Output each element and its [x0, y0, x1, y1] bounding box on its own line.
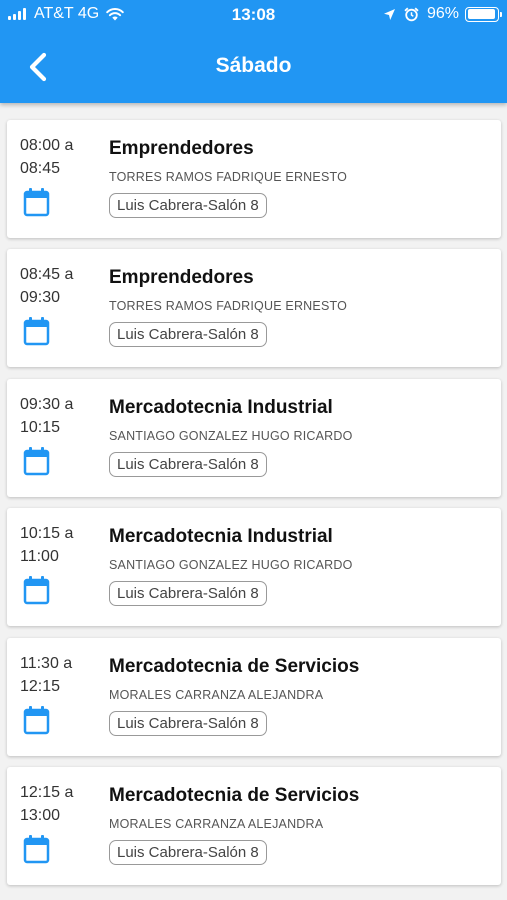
time-end: 10:15 — [20, 419, 61, 436]
time-end: 08:45 — [20, 160, 61, 177]
schedule-card[interactable]: 09:30 a 10:15 Mercadotecnia Industrial S… — [7, 379, 501, 497]
teacher-name: SANTIAGO GONZALEZ HUGO RICARDO — [109, 429, 353, 443]
status-bar: AT&T 4G 13:08 96% — [0, 0, 507, 32]
time-range: 11:30 a 12:15 — [20, 652, 72, 698]
status-right: 96% — [383, 5, 502, 23]
teacher-name: MORALES CARRANZA ALEJANDRA — [109, 817, 324, 831]
room-badge: Luis Cabrera-Salón 8 — [109, 581, 267, 606]
time-start: 12:15 a — [20, 784, 74, 801]
course-title: Mercadotecnia Industrial — [109, 526, 333, 547]
calendar-icon — [23, 576, 50, 605]
alarm-icon — [404, 7, 419, 21]
battery-icon — [465, 6, 502, 22]
teacher-name: TORRES RAMOS FADRIQUE ERNESTO — [109, 170, 348, 184]
schedule-card[interactable]: 12:15 a 13:00 Mercadotecnia de Servicios… — [7, 767, 501, 885]
time-start: 08:00 a — [20, 137, 74, 154]
schedule-card[interactable]: 08:00 a 08:45 Emprendedores TORRES RAMOS… — [7, 120, 501, 238]
page-title: Sábado — [215, 54, 292, 77]
calendar-icon — [23, 188, 50, 217]
time-start: 11:30 a — [20, 655, 73, 672]
time-range: 09:30 a 10:15 — [20, 393, 73, 439]
course-title: Emprendedores — [109, 267, 254, 288]
time-end: 11:00 — [20, 548, 59, 565]
schedule-card[interactable]: 11:30 a 12:15 Mercadotecnia de Servicios… — [7, 638, 501, 756]
time-start: 10:15 a — [20, 525, 74, 542]
time-range: 08:00 a 08:45 — [20, 134, 73, 180]
calendar-icon — [23, 706, 50, 735]
time-start: 08:45 a — [20, 266, 74, 283]
time-end: 12:15 — [20, 678, 61, 695]
room-badge: Luis Cabrera-Salón 8 — [109, 193, 267, 218]
battery-percent: 96% — [426, 5, 459, 22]
time-end: 13:00 — [20, 807, 61, 824]
schedule-card[interactable]: 10:15 a 11:00 Mercadotecnia Industrial S… — [7, 508, 501, 626]
app-header: AT&T 4G 13:08 96% Sábado — [0, 0, 507, 103]
room-badge: Luis Cabrera-Salón 8 — [109, 322, 267, 347]
course-title: Mercadotecnia de Servicios — [109, 656, 360, 677]
teacher-name: TORRES RAMOS FADRIQUE ERNESTO — [109, 299, 348, 313]
nav-bar: Sábado — [0, 32, 507, 103]
teacher-name: MORALES CARRANZA ALEJANDRA — [109, 688, 324, 702]
course-title: Mercadotecnia Industrial — [109, 397, 333, 418]
time-range: 10:15 a 11:00 — [20, 522, 73, 568]
battery-fill — [467, 9, 496, 19]
location-arrow-icon — [383, 8, 395, 20]
calendar-icon — [23, 317, 50, 346]
time-end: 09:30 — [20, 289, 61, 306]
course-title: Mercadotecnia de Servicios — [109, 785, 360, 806]
schedule-card[interactable]: 08:45 a 09:30 Emprendedores TORRES RAMOS… — [7, 249, 501, 367]
time-range: 08:45 a 09:30 — [20, 263, 73, 309]
room-badge: Luis Cabrera-Salón 8 — [109, 711, 267, 736]
course-title: Emprendedores — [109, 138, 254, 159]
room-badge: Luis Cabrera-Salón 8 — [109, 452, 267, 477]
room-badge: Luis Cabrera-Salón 8 — [109, 840, 267, 865]
calendar-icon — [23, 835, 50, 864]
schedule-list[interactable]: 08:00 a 08:45 Emprendedores TORRES RAMOS… — [0, 103, 507, 900]
time-range: 12:15 a 13:00 — [20, 781, 73, 827]
time-start: 09:30 a — [20, 396, 74, 413]
calendar-icon — [23, 447, 50, 476]
teacher-name: SANTIAGO GONZALEZ HUGO RICARDO — [109, 558, 353, 572]
